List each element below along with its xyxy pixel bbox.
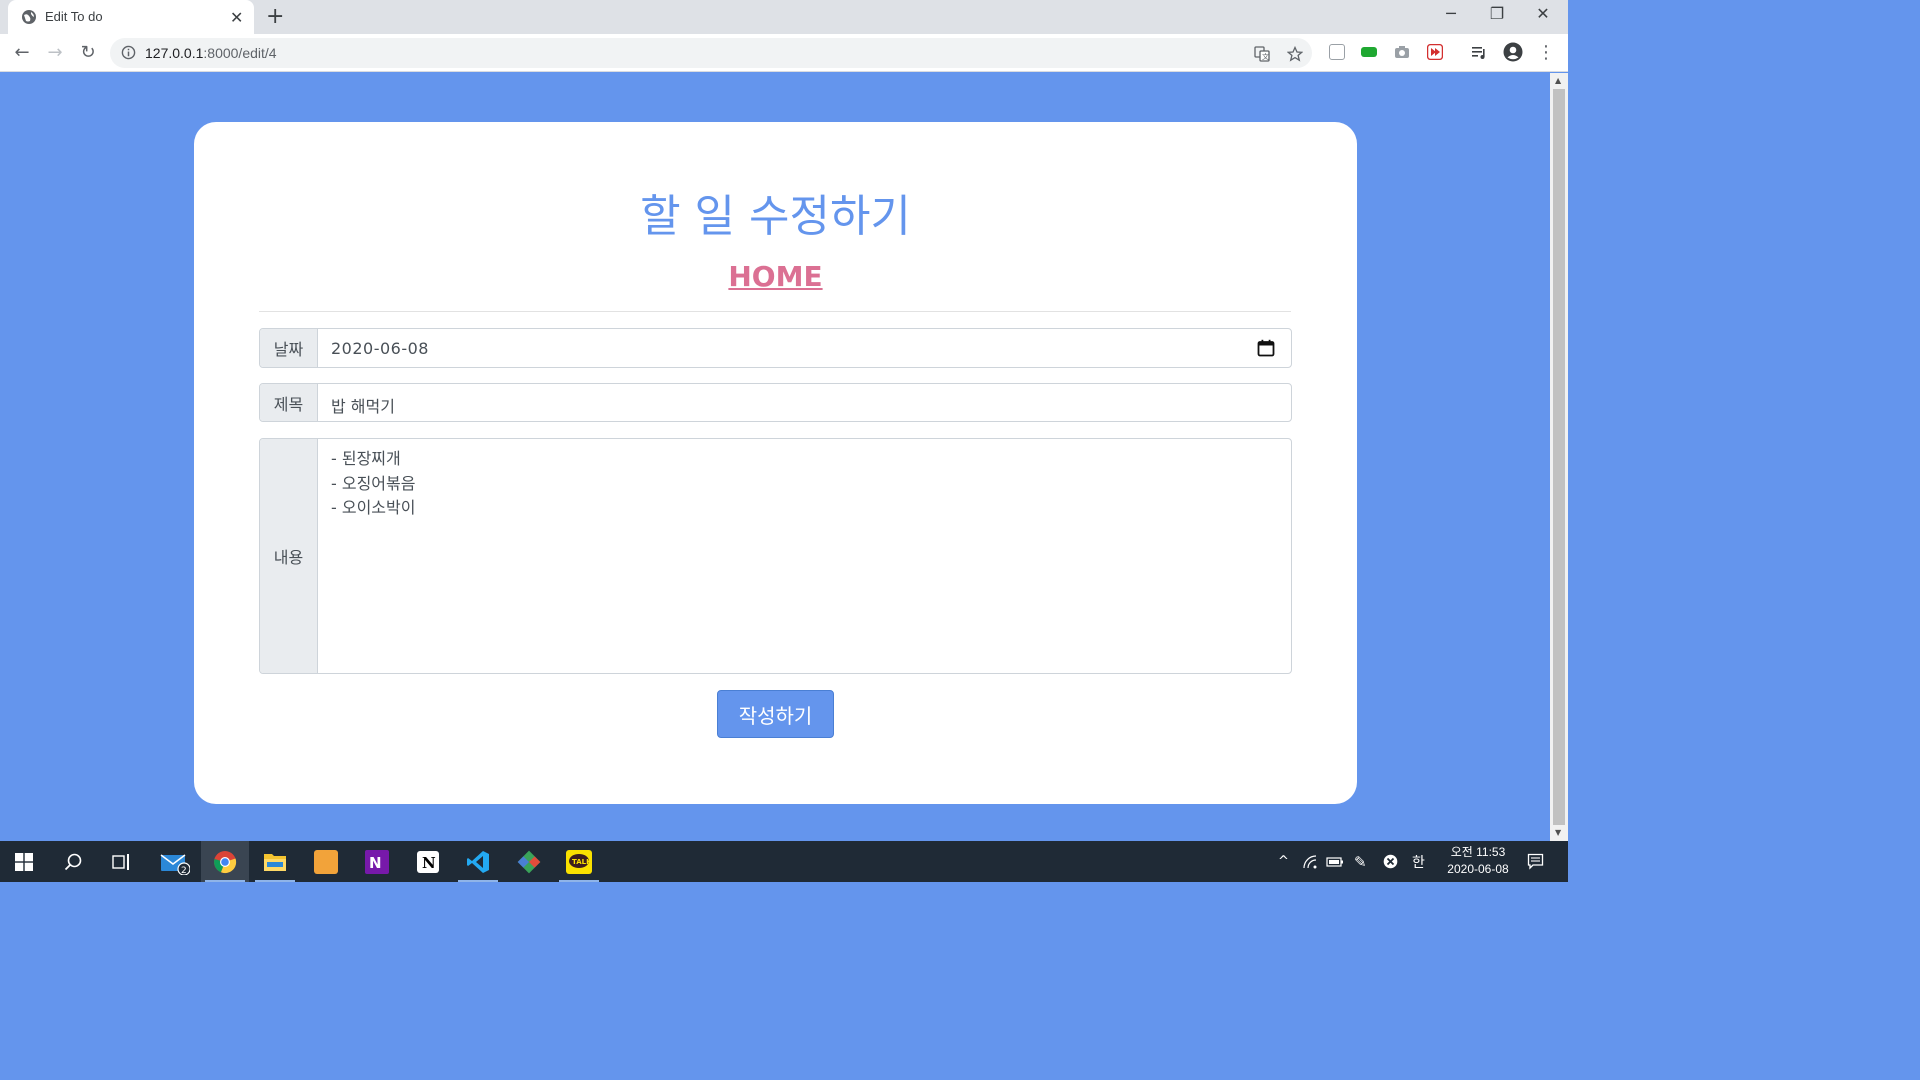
tab-title: Edit To do [45,9,103,24]
taskbar-book-app[interactable] [302,841,350,882]
kakaotalk-icon: TALK [566,849,592,874]
forward-icon[interactable]: → [44,42,66,64]
svg-text:N: N [369,854,382,872]
running-app-indicator [458,880,498,882]
svg-text:TALK: TALK [572,858,592,866]
tab-close-icon[interactable]: ✕ [230,8,243,27]
taskbar-onenote[interactable]: N [353,841,401,882]
globe-icon [22,10,36,24]
notification-center-icon[interactable] [1527,853,1544,870]
active-app-indicator [205,880,245,882]
task-view-button[interactable] [98,841,146,882]
browser-toolbar: ← → ↻ 127.0.0.1:8000/edit/4 文 ⋮ [0,34,1568,72]
date-label: 날짜 [260,329,318,367]
taskbar-mail[interactable]: 2 [151,841,199,882]
running-app-indicator [255,880,295,882]
content-input-group: 내용 - 된장찌개 - 오징어볶음 - 오이소박이 [259,438,1292,674]
edit-card: 할 일 수정하기 HOME 날짜 2020-06-08 제목 밥 해먹기 내용 … [194,122,1357,804]
submit-button[interactable]: 작성하기 [717,690,834,738]
folder-icon [264,853,286,871]
date-input-group: 날짜 2020-06-08 [259,328,1292,368]
title-input[interactable]: 밥 해먹기 [331,393,395,417]
media-control-icon[interactable] [1471,44,1487,60]
page-title: 할 일 수정하기 [640,191,911,242]
bookmark-star-icon[interactable] [1287,46,1303,62]
site-info-icon[interactable] [121,45,136,60]
windows-taskbar: 2 N N TALK ^ ✎ 한 오전 11:53 2020-06-08 [0,841,1568,882]
title-label: 제목 [260,384,318,421]
running-app-indicator [559,880,599,882]
home-link[interactable]: HOME [194,260,1357,293]
profile-avatar-icon[interactable] [1503,42,1523,62]
taskbar-git-app[interactable] [505,841,553,882]
wifi-icon[interactable] [1302,854,1318,870]
svg-text:N: N [422,854,436,872]
svg-text:文: 文 [1262,52,1269,61]
browser-tab-strip: Edit To do ✕ + ─ ❐ ✕ [0,0,1568,34]
git-app-icon [517,850,541,873]
clock-date: 2020-06-08 [1447,862,1509,876]
address-bar[interactable]: 127.0.0.1:8000/edit/4 文 [110,38,1312,68]
date-input[interactable]: 2020-06-08 [331,339,429,358]
browser-tab[interactable]: Edit To do ✕ [8,0,254,34]
taskbar-kakaotalk[interactable]: TALK [555,841,603,882]
search-button[interactable] [49,841,97,882]
show-hidden-icons-icon[interactable]: ^ [1278,841,1289,882]
taskbar-file-explorer[interactable] [251,841,299,882]
translate-icon[interactable]: 文 [1254,46,1270,62]
search-icon [64,853,82,870]
notion-icon: N [417,850,439,873]
windows-logo-icon [15,852,33,871]
scrollbar-thumb[interactable] [1553,89,1565,825]
page-viewport: 할 일 수정하기 HOME 날짜 2020-06-08 제목 밥 해먹기 내용 … [0,73,1550,841]
divider [259,311,1291,312]
chrome-icon [214,850,237,873]
url-text: 127.0.0.1:8000/edit/4 [145,45,277,61]
new-tab-icon[interactable]: + [266,4,284,29]
minimize-icon[interactable]: ─ [1428,4,1474,23]
extension-play-icon[interactable] [1427,44,1443,60]
battery-icon[interactable] [1326,855,1344,869]
back-icon[interactable]: ← [11,42,33,64]
pen-icon[interactable]: ✎ [1354,841,1367,882]
taskbar-clock[interactable]: 오전 11:53 2020-06-08 [1438,844,1518,878]
svg-text:2: 2 [181,866,187,875]
task-view-icon [112,853,129,870]
extension-icon[interactable] [1329,44,1345,60]
page-scrollbar[interactable]: ▲ ▼ [1550,73,1568,841]
book-app-icon [314,849,338,874]
extension-ac-icon[interactable] [1361,47,1377,57]
vscode-icon [467,850,489,873]
taskbar-chrome[interactable] [201,841,249,882]
scroll-up-icon[interactable]: ▲ [1555,76,1561,85]
content-textarea[interactable]: - 된장찌개 - 오징어볶음 - 오이소박이 [331,447,415,521]
reload-icon[interactable]: ↻ [77,42,99,64]
onenote-icon: N [365,849,389,874]
taskbar-vscode[interactable] [454,841,502,882]
title-input-group: 제목 밥 해먹기 [259,383,1292,422]
mail-icon: 2 [160,853,190,875]
start-button[interactable] [0,841,48,882]
ime-indicator[interactable]: 한 [1412,841,1425,882]
taskbar-notion[interactable]: N [404,841,452,882]
restore-icon[interactable]: ❐ [1474,4,1520,23]
close-window-icon[interactable]: ✕ [1520,4,1566,23]
scroll-down-icon[interactable]: ▼ [1555,828,1561,837]
calendar-icon[interactable] [1257,339,1275,357]
content-label: 내용 [260,439,318,673]
network-error-icon[interactable] [1383,854,1398,869]
menu-kebab-icon[interactable]: ⋮ [1535,42,1557,64]
clock-time: 오전 11:53 [1450,845,1506,859]
camera-icon[interactable] [1394,44,1410,60]
